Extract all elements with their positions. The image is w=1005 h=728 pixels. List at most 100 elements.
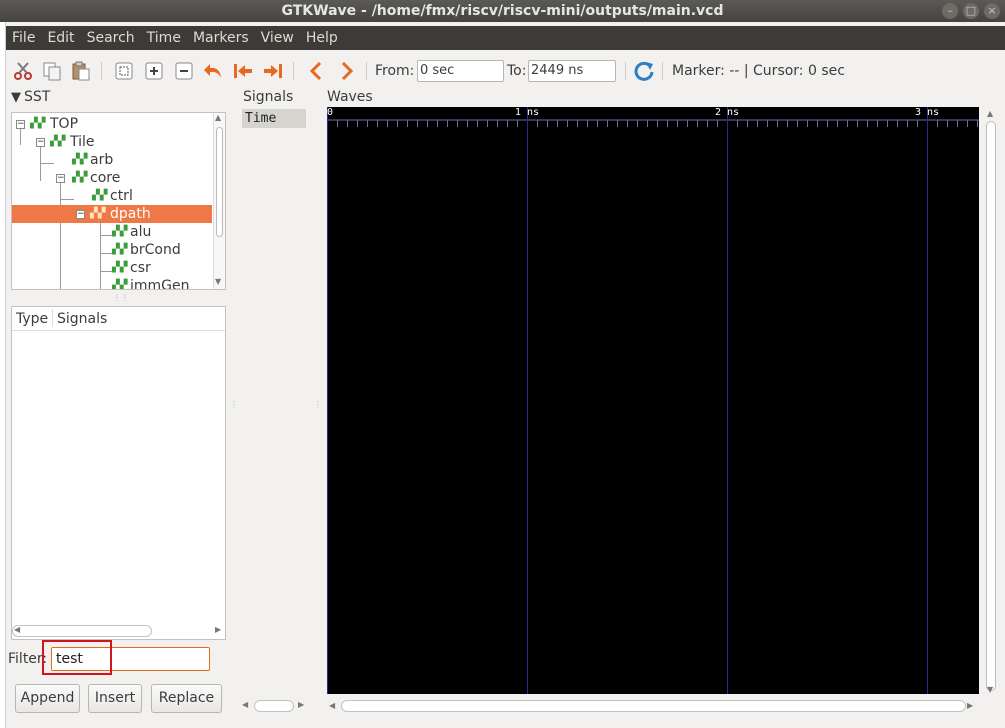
waves-canvas[interactable]: 0 1 ns 2 ns 3 ns [327,107,979,694]
tree-node-dpath[interactable]: − ▞▞ dpath [12,205,212,223]
chevron-right-icon[interactable] [336,60,358,82]
signal-list[interactable]: Type Signals ◀ ▶ [11,306,226,640]
insert-button[interactable]: Insert [88,684,142,713]
type-column-header[interactable]: Type [16,309,48,329]
module-icon: ▞▞ [50,136,66,147]
tick-label-0: 0 [327,107,334,118]
scroll-right-icon[interactable]: ▶ [298,700,304,709]
zoom-to-end-icon[interactable] [262,60,284,82]
window-titlebar: GTKWave - /home/fmx/riscv/riscv-mini/out… [0,0,1005,22]
module-icon: ▞▞ [72,154,88,165]
menu-view[interactable]: View [255,26,300,50]
to-label: To: [507,63,527,79]
tree-node-alu[interactable]: ▞▞ alu [12,223,212,241]
waves-grid [327,107,979,694]
scroll-down-icon[interactable]: ▼ [987,685,993,694]
scroll-right-icon[interactable]: ▶ [967,701,973,710]
pane-grip[interactable]: ⋮⋮ [113,293,129,302]
marker-cursor-readout: Marker: -- | Cursor: 0 sec [672,63,845,79]
signals-pane[interactable]: Time ◀ ▶ [240,107,308,717]
toolbar-separator [101,62,102,80]
reload-icon[interactable] [633,60,655,82]
pane-divider-grip[interactable]: ⋮ [314,400,322,409]
waves-hscroll-thumb[interactable] [341,700,966,712]
scroll-right-icon[interactable]: ▶ [215,625,221,634]
background-window-edge [0,22,6,728]
module-icon: ▞▞ [92,190,108,201]
module-icon: ▞▞ [30,118,46,129]
module-icon: ▞▞ [112,262,128,273]
toolbar-separator [662,62,663,80]
tree-scroll-thumb[interactable] [216,127,223,237]
sst-tree[interactable]: − ▞▞ TOP − ▞▞ Tile ▞▞ arb − ▞▞ core ▞▞ c… [11,112,226,290]
zoom-out-icon[interactable] [173,60,195,82]
signals-pane-label: Signals [243,89,294,105]
module-icon: ▞▞ [72,172,88,183]
waves-vscroll-thumb[interactable] [986,121,996,691]
tree-node-core[interactable]: − ▞▞ core [12,169,212,187]
tree-node-tile[interactable]: − ▞▞ Tile [12,133,212,151]
signal-row-time[interactable]: Time [242,109,306,128]
menu-help[interactable]: Help [300,26,344,50]
scroll-down-icon[interactable]: ▼ [215,277,221,286]
scroll-left-icon[interactable]: ◀ [242,700,248,709]
signals-hscroll-thumb[interactable] [254,700,294,712]
waves-hscroll[interactable]: ◀ ▶ [327,698,979,714]
window-title: GTKWave - /home/fmx/riscv/riscv-mini/out… [281,3,724,19]
scroll-up-icon[interactable]: ▲ [215,113,221,122]
toolbar-separator [293,62,294,80]
signals-column-header[interactable]: Signals [57,309,107,329]
module-icon: ▞▞ [112,244,128,255]
scroll-left-icon[interactable]: ◀ [14,625,20,634]
menu-search[interactable]: Search [81,26,141,50]
signal-list-hscroll-thumb[interactable] [12,625,152,637]
module-icon: ▞▞ [112,226,128,237]
zoom-to-start-icon[interactable] [232,60,254,82]
maximize-icon[interactable]: □ [963,3,979,19]
waves-vscroll[interactable]: ▲ ▼ [983,107,999,697]
minimize-icon[interactable]: – [942,3,958,19]
waves-pane-label: Waves [327,89,373,105]
toolbar: From: 0 sec To: 2449 ns Marker: -- | Cur… [6,52,1005,88]
close-icon[interactable]: × [984,3,1000,19]
toolbar-separator [366,62,367,80]
tree-node-ctrl[interactable]: ▞▞ ctrl [12,187,212,205]
copy-icon[interactable] [41,60,63,82]
highlight-box [42,640,112,675]
tree-node-top[interactable]: − ▞▞ TOP [12,115,212,133]
menu-time[interactable]: Time [141,26,187,50]
menu-edit[interactable]: Edit [41,26,80,50]
zoom-fit-icon[interactable] [113,60,135,82]
collapse-icon[interactable]: − [76,210,85,219]
zoom-in-icon[interactable] [143,60,165,82]
replace-button[interactable]: Replace [151,684,222,713]
scroll-up-icon[interactable]: ▲ [987,109,993,118]
from-time-input[interactable]: 0 sec [417,60,504,82]
module-icon: ▞▞ [112,280,128,290]
tick-label-2ns: 2 ns [715,107,740,118]
scroll-left-icon[interactable]: ◀ [329,701,335,710]
menu-markers[interactable]: Markers [187,26,255,50]
collapse-icon[interactable]: − [36,138,45,147]
sst-expander-icon[interactable]: ▼ [11,90,21,105]
chevron-left-icon[interactable] [305,60,327,82]
tick-label-3ns: 3 ns [915,107,940,118]
cut-icon[interactable] [12,60,34,82]
menu-file[interactable]: File [6,26,41,50]
background-window-fragment [240,718,1000,728]
pane-divider-grip[interactable]: ⋮ [230,400,238,409]
tree-node-csr[interactable]: ▞▞ csr [12,259,212,277]
paste-icon[interactable] [70,60,92,82]
tree-node-arb[interactable]: ▞▞ arb [12,151,212,169]
append-button[interactable]: Append [15,684,80,713]
undo-zoom-icon[interactable] [202,60,224,82]
module-icon: ▞▞ [90,208,106,219]
collapse-icon[interactable]: − [56,174,65,183]
toolbar-separator [625,62,626,80]
collapse-icon[interactable]: − [16,120,25,129]
tree-node-brcond[interactable]: ▞▞ brCond [12,241,212,259]
tree-scrollbar[interactable]: ▲ ▼ [213,113,225,289]
to-time-input[interactable]: 2449 ns [528,60,616,82]
tick-label-1ns: 1 ns [515,107,540,118]
tree-node-immgen[interactable]: ▞▞ immGen [12,277,212,290]
